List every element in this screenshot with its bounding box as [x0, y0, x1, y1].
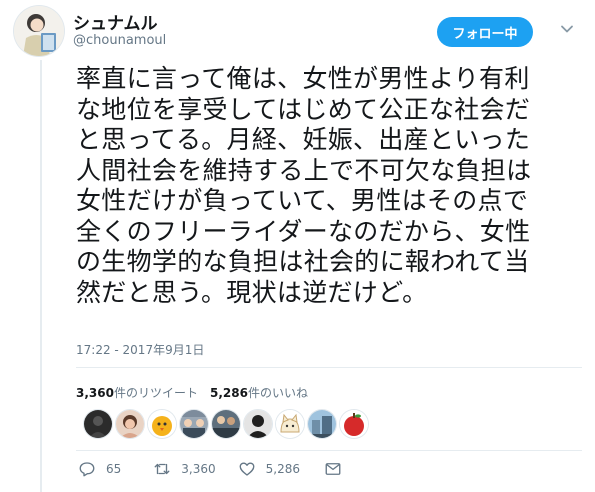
liker-avatar[interactable]: [148, 410, 176, 438]
envelope-icon: [325, 463, 341, 475]
thread-line: [40, 60, 42, 492]
avatar-woman-icon: [116, 410, 144, 438]
avatar-cat-icon: [276, 410, 304, 438]
tweet-timestamp[interactable]: 17:22 - 2017年9月1日: [76, 341, 204, 358]
following-button[interactable]: フォロー中: [437, 17, 533, 47]
retweet-button[interactable]: 3,360: [153, 460, 216, 478]
avatar-dark-icon: [84, 410, 112, 438]
reply-count: 65: [106, 462, 122, 476]
liker-avatar[interactable]: [180, 410, 208, 438]
avatar-chick-icon: [148, 410, 176, 438]
liker-avatars: [84, 410, 368, 438]
display-name[interactable]: シュナムル: [73, 9, 158, 34]
avatar-building-icon: [308, 410, 336, 438]
avatar-illustration-icon: [14, 6, 64, 56]
reply-button[interactable]: 65: [78, 460, 121, 478]
avatar-scene-icon: [212, 410, 240, 438]
like-stat-count: 5,286: [209, 386, 248, 400]
retweet-stat-count: 3,360: [76, 386, 114, 400]
like-button[interactable]: 5,286: [238, 460, 300, 478]
liker-avatar[interactable]: [116, 410, 144, 438]
like-stat[interactable]: 5,286件のいいね: [210, 384, 308, 401]
retweet-icon: [154, 463, 170, 475]
user-handle[interactable]: @chounamoul: [73, 33, 166, 48]
liker-avatar[interactable]: [84, 410, 112, 438]
direct-message-button[interactable]: [324, 460, 342, 478]
retweet-stat-label: 件のリツイート: [113, 386, 198, 400]
liker-avatar[interactable]: [276, 410, 304, 438]
avatar[interactable]: [14, 6, 64, 56]
retweet-count: 3,360: [181, 462, 216, 476]
like-stat-label: 件のいいね: [247, 386, 308, 400]
divider: [76, 367, 582, 368]
retweet-stat[interactable]: 3,360件のリツイート: [76, 384, 198, 401]
liker-avatar[interactable]: [340, 410, 368, 438]
chevron-down-icon[interactable]: [560, 22, 574, 36]
tweet-stats: 3,360件のリツイート 5,286件のいいね: [76, 384, 308, 401]
heart-icon: [239, 462, 255, 476]
like-count: 5,286: [265, 462, 300, 476]
liker-avatar[interactable]: [212, 410, 240, 438]
liker-avatar[interactable]: [244, 410, 272, 438]
tweet-actions: 65 3,360 5,286: [76, 460, 342, 478]
tweet-text: 率直に言って俺は、女性が男性より有利 な地位を享受してはじめて公正な社会だ と思…: [76, 64, 532, 307]
avatar-silhouette-icon: [244, 410, 272, 438]
avatar-apple-icon: [340, 410, 368, 438]
reply-icon: [79, 462, 95, 477]
avatar-group-icon: [180, 410, 208, 438]
divider: [76, 450, 582, 451]
liker-avatar[interactable]: [308, 410, 336, 438]
